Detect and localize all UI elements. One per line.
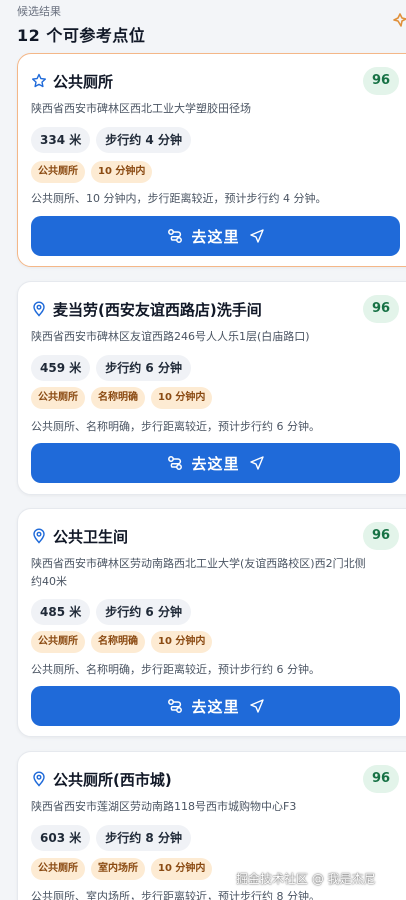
route-icon [168,456,183,470]
route-icon [168,699,183,713]
location-pin-icon [33,301,45,317]
walk-time-pill: 步行约 6 分钟 [96,355,191,381]
star-icon [32,73,46,88]
tag: 10 分钟内 [151,858,213,880]
tag: 公共厕所 [31,631,85,653]
score-badge: 96 [363,67,399,95]
result-tags: 公共厕所 10 分钟内 [31,161,153,183]
result-title-row: 公共厕所(西市城) [31,768,406,790]
result-metrics: 459 米 步行约 6 分钟 [31,355,191,381]
go-here-button[interactable]: 去这里 [31,443,400,483]
walk-time-pill: 步行约 8 分钟 [96,825,191,851]
result-summary: 公共厕所、10 分钟内，步行距离较近，预计步行约 4 分钟。 [31,192,327,205]
result-address: 陕西省西安市莲湖区劳动南路118号西市城购物中心F3 [31,800,297,813]
go-here-button[interactable]: 去这里 [31,216,400,256]
tag: 名称明确 [91,631,145,653]
results-subtitle: 候选结果 [17,5,61,18]
result-title-row: 麦当劳(西安友谊西路店)洗手间 [31,298,406,320]
score-badge: 96 [363,765,399,793]
result-tags: 公共厕所 室内场所 10 分钟内 [31,858,213,880]
score-badge: 96 [363,522,399,550]
tag: 名称明确 [91,387,145,409]
result-card[interactable]: 公共卫生间 96 陕西省西安市碑林区劳动南路西北工业大学(友谊西路校区)西2门北… [17,508,406,737]
result-card[interactable]: 麦当劳(西安友谊西路店)洗手间 96 陕西省西安市碑林区友谊西路246号人人乐1… [17,281,406,495]
result-title: 公共卫生间 [53,527,129,546]
navigation-arrow-icon [249,699,264,713]
location-pin-icon [33,771,45,787]
walk-time-pill: 步行约 6 分钟 [96,599,191,625]
result-tags: 公共厕所 名称明确 10 分钟内 [31,387,213,409]
result-tags: 公共厕所 名称明确 10 分钟内 [31,631,213,653]
route-icon [168,229,183,243]
results-header: 候选结果 12 个可参考点位 [0,0,406,50]
result-summary: 公共厕所、室内场所，步行距离较近，预计步行约 8 分钟。 [31,890,320,900]
go-here-label: 去这里 [191,227,240,246]
result-metrics: 485 米 步行约 6 分钟 [31,599,191,625]
result-metrics: 334 米 步行约 4 分钟 [31,127,191,153]
distance-pill: 334 米 [31,127,91,153]
navigation-arrow-icon [249,229,264,243]
distance-pill: 603 米 [31,825,91,851]
location-pin-icon [33,528,45,544]
results-page: 候选结果 12 个可参考点位 公共厕所 96 陕西省西安市碑林区西北工业大学塑胶… [0,0,406,900]
distance-pill: 459 米 [31,355,91,381]
result-title: 麦当劳(西安友谊西路店)洗手间 [53,300,262,319]
result-summary: 公共厕所、名称明确，步行距离较近，预计步行约 6 分钟。 [31,663,320,676]
tag: 公共厕所 [31,161,85,183]
result-card[interactable]: 公共厕所 96 陕西省西安市碑林区西北工业大学塑胶田径场 334 米 步行约 4… [17,53,406,267]
result-title: 公共厕所 [53,72,114,91]
result-metrics: 603 米 步行约 8 分钟 [31,825,191,851]
walk-time-pill: 步行约 4 分钟 [96,127,191,153]
tag: 室内场所 [91,858,145,880]
result-address: 陕西省西安市碑林区友谊西路246号人人乐1层(白庙路口) [31,330,310,343]
result-address: 陕西省西安市碑林区劳动南路西北工业大学(友谊西路校区)西2门北侧约40米 [31,557,366,588]
tag: 10 分钟内 [151,631,213,653]
tag: 公共厕所 [31,387,85,409]
go-here-label: 去这里 [191,697,240,716]
go-here-button[interactable]: 去这里 [31,686,400,726]
result-title: 公共厕所(西市城) [53,770,172,789]
edge-action-icon[interactable] [392,12,406,28]
result-summary: 公共厕所、名称明确，步行距离较近，预计步行约 6 分钟。 [31,420,320,433]
result-title-row: 公共厕所 [31,70,406,92]
distance-pill: 485 米 [31,599,91,625]
go-here-label: 去这里 [191,454,240,473]
result-title-row: 公共卫生间 [31,525,406,547]
result-address: 陕西省西安市碑林区西北工业大学塑胶田径场 [31,102,251,115]
navigation-arrow-icon [249,456,264,470]
tag: 10 分钟内 [91,161,153,183]
watermark: 掘金技术社区 @ 我是杰尼 [236,872,376,886]
results-count-title: 12 个可参考点位 [17,26,146,45]
tag: 公共厕所 [31,858,85,880]
score-badge: 96 [363,295,399,323]
tag: 10 分钟内 [151,387,213,409]
